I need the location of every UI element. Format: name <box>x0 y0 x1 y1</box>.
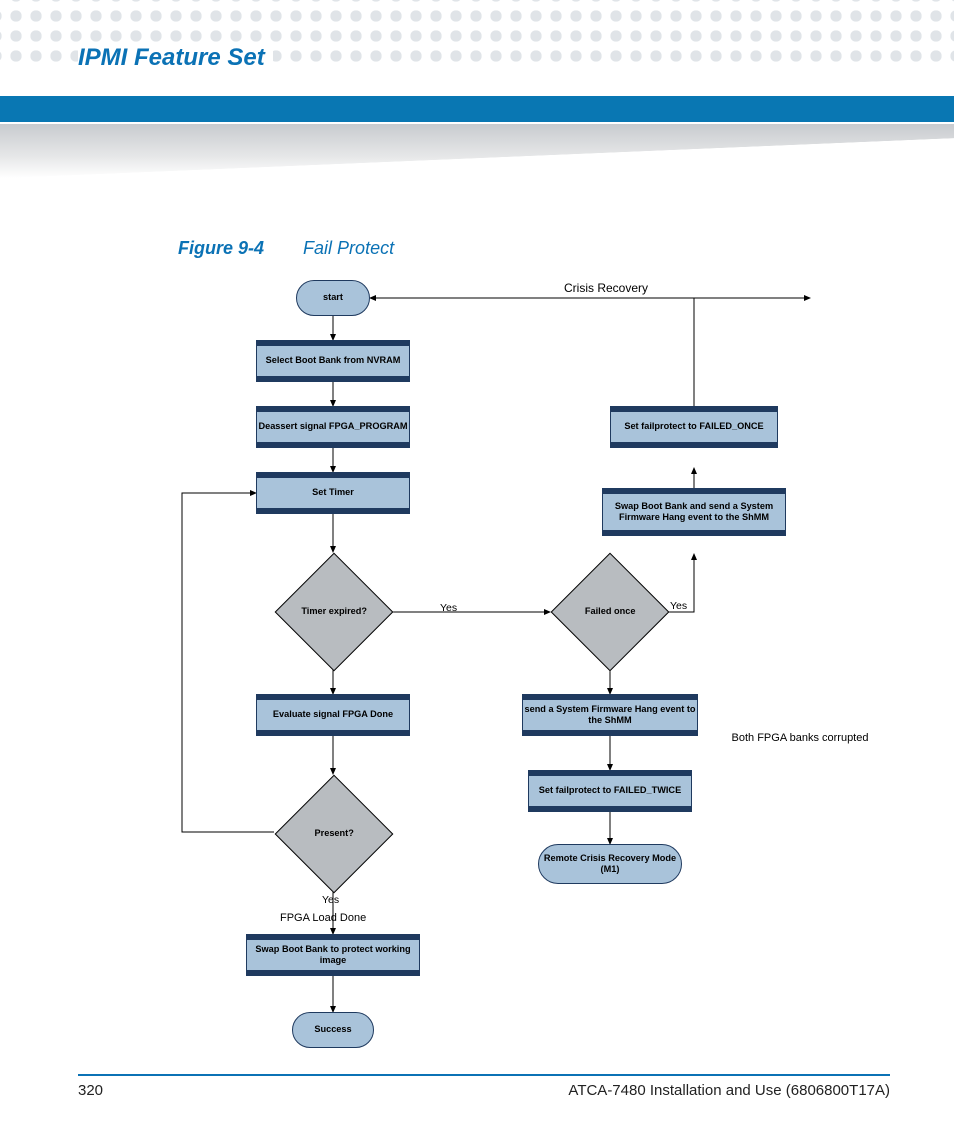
node-remote-crisis: Remote Crisis Recovery Mode (M1) <box>538 844 682 884</box>
node-timer-expired-label: Timer expired? <box>293 606 375 618</box>
label-fpga-load-done: FPGA Load Done <box>280 912 366 924</box>
page-number: 320 <box>78 1082 103 1099</box>
blue-band <box>0 96 954 122</box>
edge-label-yes-1: Yes <box>440 602 457 614</box>
node-deassert: Deassert signal FPGA_PROGRAM <box>256 406 410 448</box>
footer-rule <box>78 1074 890 1076</box>
node-select-boot: Select Boot Bank from NVRAM <box>256 340 410 382</box>
node-set-timer: Set Timer <box>256 472 410 514</box>
node-send-hang: send a System Firmware Hang event to the… <box>522 694 698 736</box>
figure-caption: Figure 9-4 Fail Protect <box>178 238 394 259</box>
node-start: start <box>296 280 370 316</box>
node-success: Success <box>292 1012 374 1048</box>
figure-number: Figure 9-4 <box>178 238 264 258</box>
gray-band <box>0 124 954 178</box>
label-crisis-recovery: Crisis Recovery <box>564 281 648 295</box>
figure-title: Fail Protect <box>303 238 394 258</box>
node-set-failed-once: Set failprotect to FAILED_ONCE <box>610 406 778 448</box>
node-swap-protect: Swap Boot Bank to protect working image <box>246 934 420 976</box>
label-both-corrupted: Both FPGA banks corrupted <box>730 732 870 744</box>
node-failed-once-label: Failed once <box>569 606 651 618</box>
node-present-label: Present? <box>293 828 375 840</box>
section-title: IPMI Feature Set <box>78 44 273 78</box>
edge-label-yes-2: Yes <box>670 600 687 612</box>
node-set-failed-twice: Set failprotect to FAILED_TWICE <box>528 770 692 812</box>
flowchart: start Select Boot Bank from NVRAM Deasse… <box>70 268 880 1068</box>
flow-connectors <box>70 268 880 1068</box>
node-eval-fpga: Evaluate signal FPGA Done <box>256 694 410 736</box>
document-title: ATCA-7480 Installation and Use (6806800T… <box>568 1082 890 1099</box>
edge-label-yes-3: Yes <box>322 894 339 906</box>
node-swap-send: Swap Boot Bank and send a System Firmwar… <box>602 488 786 536</box>
